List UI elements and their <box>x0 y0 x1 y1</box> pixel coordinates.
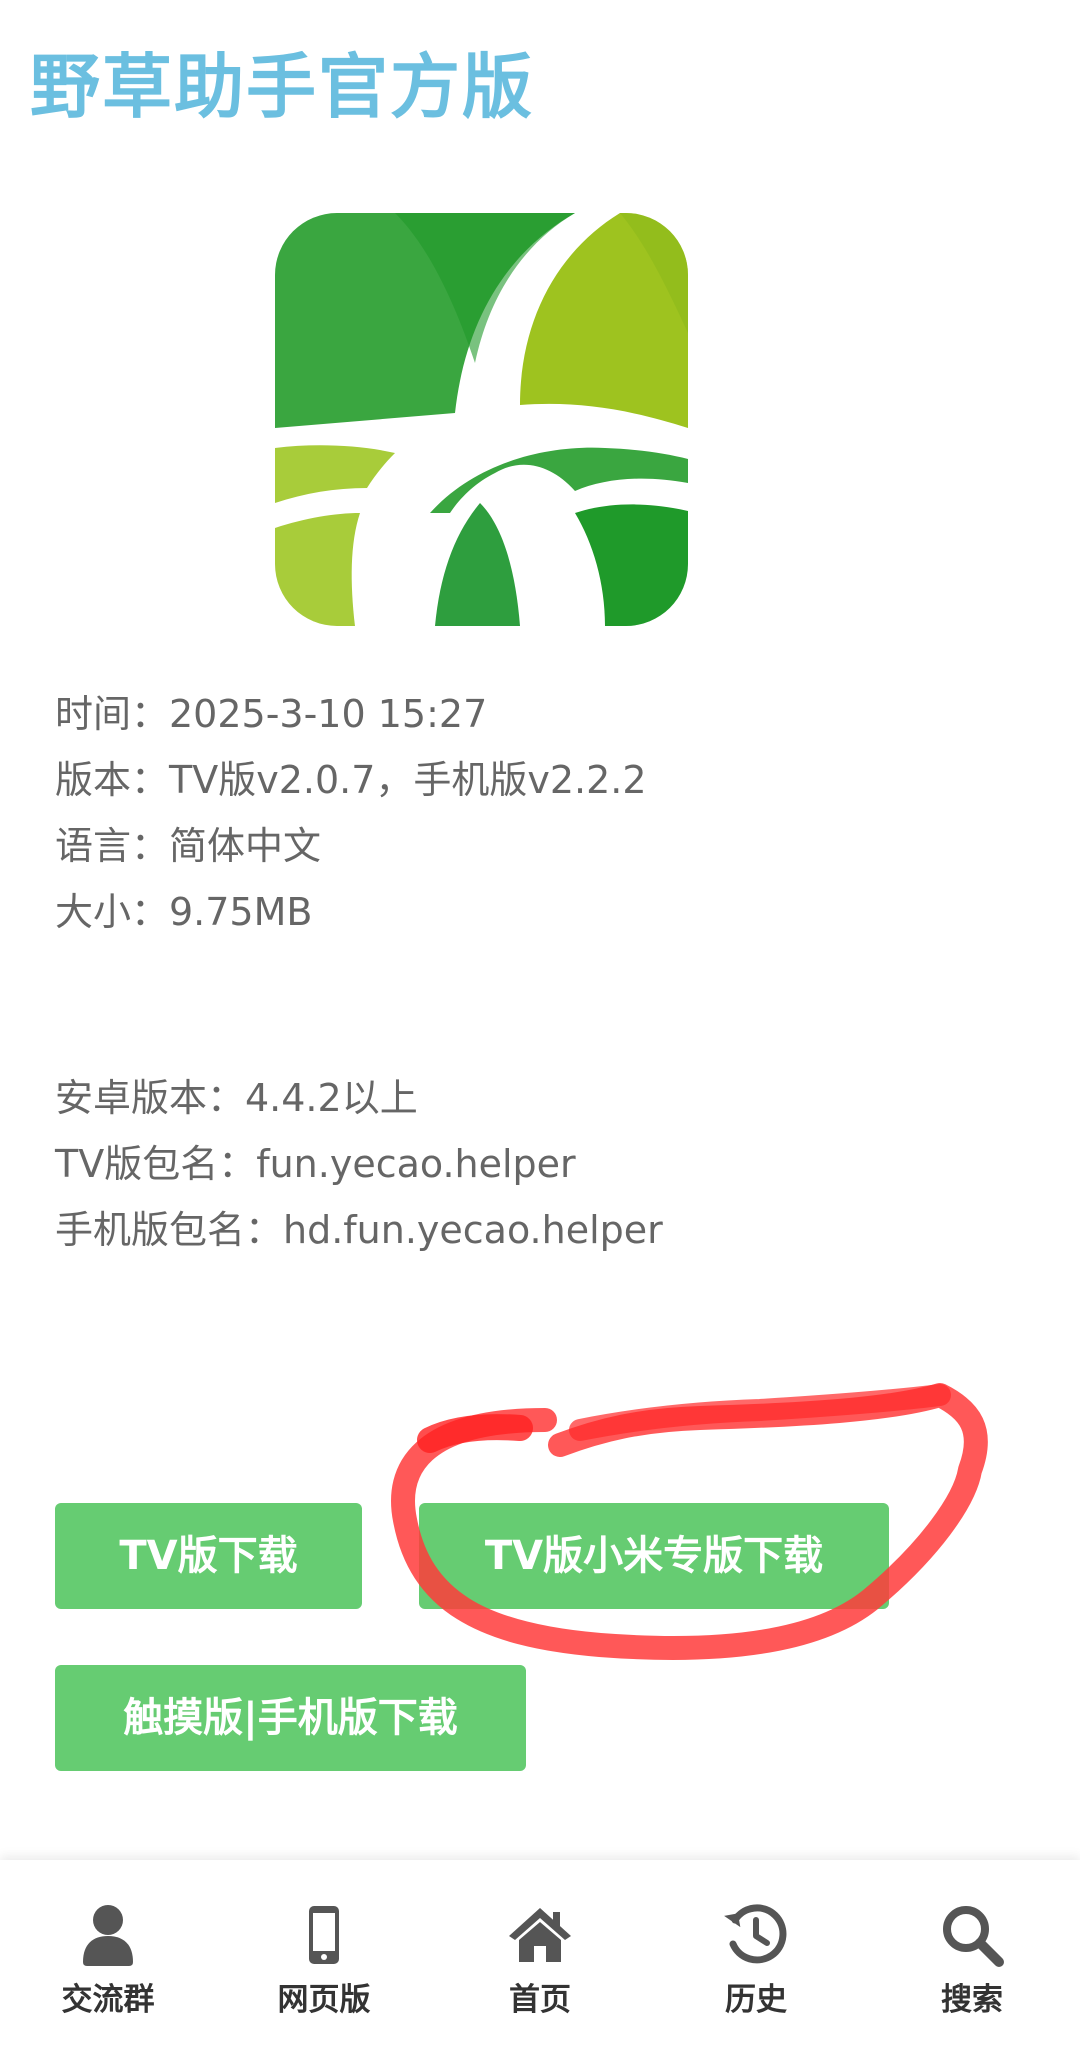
yecao-logo-icon <box>275 213 688 626</box>
nav-label-web: 网页版 <box>277 1982 371 2018</box>
info-mobile-package: 手机版包名：hd.fun.yecao.helper <box>55 1208 663 1252</box>
info-android-version: 安卓版本：4.4.2以上 <box>55 1076 418 1120</box>
nav-item-home[interactable]: 首页 <box>432 1860 648 2060</box>
nav-item-group[interactable]: 交流群 <box>0 1860 216 2060</box>
page-title: 野草助手官方版 <box>30 46 534 128</box>
nav-label-search: 搜索 <box>941 1982 1003 2018</box>
bottom-nav: 交流群 网页版 首页 历史 搜索 <box>0 1860 1080 2060</box>
info-time: 时间：2025-3-10 15:27 <box>55 692 488 736</box>
tv-download-button[interactable]: TV版下载 <box>55 1503 362 1609</box>
nav-item-web[interactable]: 网页版 <box>216 1860 432 2060</box>
info-version: 版本：TV版v2.0.7，手机版v2.2.2 <box>55 758 647 802</box>
nav-label-home: 首页 <box>509 1982 571 2018</box>
tv-mi-download-button[interactable]: TV版小米专版下载 <box>419 1503 889 1609</box>
search-icon <box>943 1906 1004 1967</box>
history-icon <box>724 1904 787 1964</box>
app-info-package: 安卓版本：4.4.2以上 TV版包名：fun.yecao.helper 手机版包… <box>55 1065 663 1263</box>
touch-mobile-download-button[interactable]: 触摸版|手机版下载 <box>55 1665 526 1771</box>
info-language: 语言：简体中文 <box>55 824 322 868</box>
nav-label-history: 历史 <box>725 1982 787 2018</box>
user-icon <box>83 1905 133 1966</box>
nav-item-search[interactable]: 搜索 <box>864 1860 1080 2060</box>
app-info-basic: 时间：2025-3-10 15:27 版本：TV版v2.0.7，手机版v2.2.… <box>55 681 647 945</box>
nav-item-history[interactable]: 历史 <box>648 1860 864 2060</box>
mobile-phone-icon <box>309 1906 339 1964</box>
nav-label-group: 交流群 <box>61 1982 155 2018</box>
info-size: 大小：9.75MB <box>55 890 313 934</box>
info-tv-package: TV版包名：fun.yecao.helper <box>55 1142 576 1186</box>
home-icon <box>509 1908 571 1962</box>
